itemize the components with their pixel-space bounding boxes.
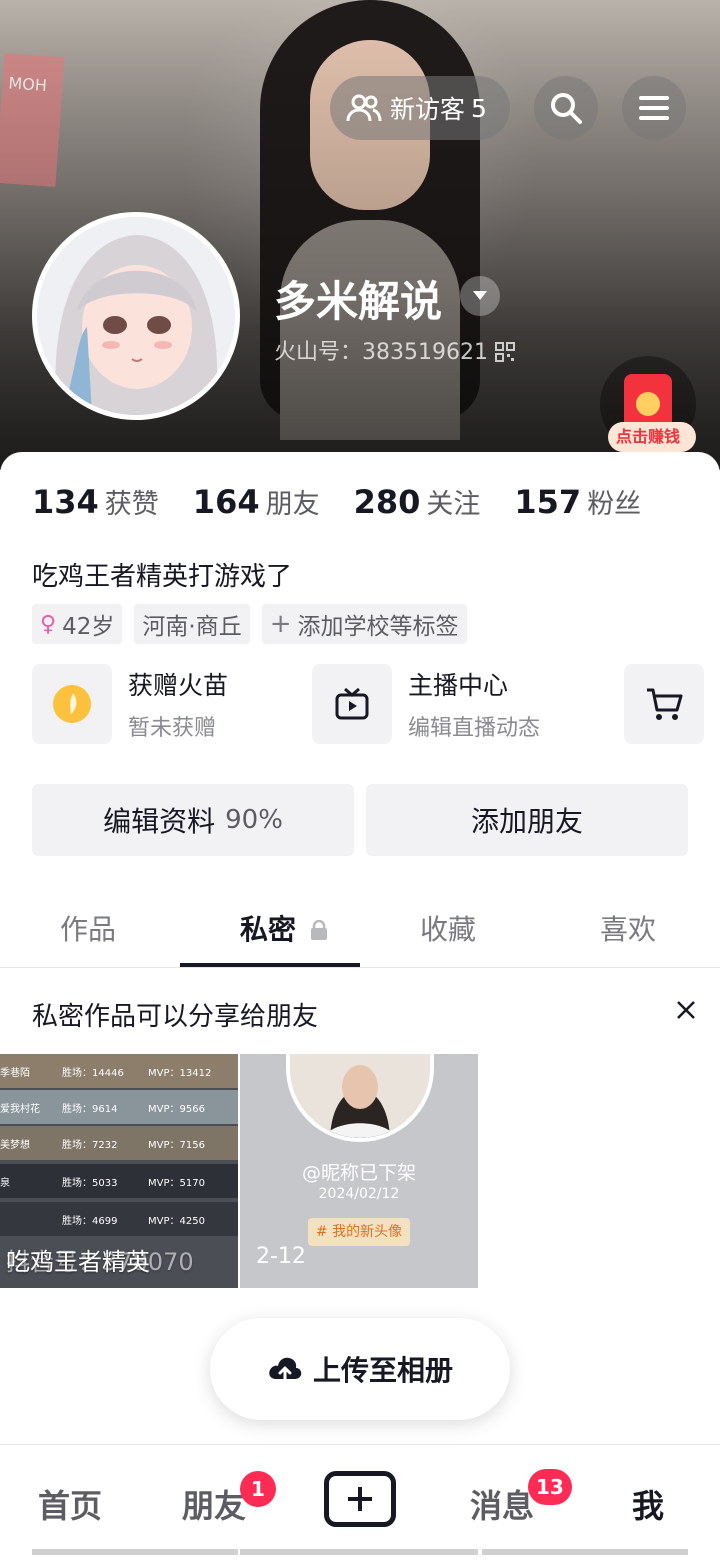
plus-icon: + (269, 609, 292, 639)
caret-down-icon (473, 291, 487, 300)
gifted-flame-sub: 暂未获赠 (128, 716, 217, 741)
profile-page: MOH 新访客 5 多米解说 火山号：383519621 点击赚钱 134 获赞… (0, 0, 720, 1560)
home-indicator (482, 1549, 688, 1555)
redpack-label: 点击赚钱 (608, 422, 696, 452)
profile-name: 多米解说 (274, 277, 443, 326)
streamer-center-title: 主播中心 (408, 671, 509, 700)
gifted-flame-entry[interactable]: 获赠火苗 暂未获赠 (32, 664, 228, 744)
video-thumbnail[interactable]: 季巷陌 胜场：14446 MVP：13412 爱我村花 胜场：9614 MVP：9566… (0, 1054, 238, 1288)
tab-favorites[interactable]: 收藏 (420, 908, 476, 948)
nav-home[interactable]: 首页 (38, 1481, 102, 1527)
profile-card: 134 获赞 164 朋友 280 关注 157 粉丝 吃鸡王者精英打游戏了 ♀ 42岁… (0, 452, 720, 1560)
earn-money-redpack[interactable]: 点击赚钱 (600, 356, 696, 456)
video-thumbnail[interactable]: @昵称已下架 2024/02/12 # 我的新头像 2-12 (240, 1054, 478, 1288)
rank-row: 爱我村花 胜场：9614 MVP：9566 (0, 1090, 238, 1124)
thumbnail-date: 2024/02/12 (318, 1186, 400, 1202)
avatar[interactable] (32, 212, 240, 420)
flame-box (32, 664, 112, 744)
stat-likes[interactable]: 134 获赞 (32, 482, 159, 521)
gifted-flame-title: 获赠火苗 (128, 671, 229, 700)
tab-likes[interactable]: 喜欢 (600, 908, 656, 948)
search-icon (551, 93, 582, 124)
user-id[interactable]: 火山号：383519621 (274, 334, 515, 366)
rank-row: 泉胜场：5033 MVP：5170 (0, 1164, 238, 1198)
tab-works[interactable]: 作品 (60, 908, 116, 948)
private-share-notice: 私密作品可以分享给朋友 (32, 1002, 319, 1032)
bottom-nav: 首页 朋友 1 消息 13 我 (0, 1444, 720, 1560)
bio-text: 吃鸡王者精英打游戏了 (32, 562, 293, 592)
streamer-center-entry[interactable]: 主播中心 编辑直播动态 (312, 664, 540, 744)
thumbnail-caption: 吃鸡王者精英 (6, 1248, 150, 1276)
shopping-cart-icon (647, 688, 683, 720)
nav-friends[interactable]: 朋友 (182, 1481, 246, 1527)
home-indicator (240, 1549, 478, 1555)
female-icon: ♀ (40, 611, 57, 637)
profile-tags: ♀ 42岁 河南·商丘 + 添加学校等标签 (32, 604, 467, 644)
stat-followers[interactable]: 157 粉丝 (514, 482, 641, 521)
wall-sign: MOH (0, 53, 65, 187)
upload-to-album-button[interactable]: 上传至相册 (210, 1318, 510, 1420)
stat-friends[interactable]: 164 朋友 (193, 482, 320, 521)
visitors-label: 新访客 (390, 95, 466, 124)
rank-row: 胜场：4699 MVP：4250 (0, 1202, 238, 1236)
anime-avatar-image (37, 217, 235, 415)
add-tag-button[interactable]: + 添加学校等标签 (261, 604, 467, 644)
visitors-count: 5 (471, 93, 487, 123)
thumbnail-avatar (286, 1054, 434, 1142)
content-tabs: 作品 私密 收藏 喜欢 (0, 888, 720, 968)
home-indicator (32, 1549, 238, 1555)
rank-row: 美梦想 胜场：7232 MVP：7156 (0, 1126, 238, 1160)
messages-badge: 13 (528, 1469, 572, 1505)
tab-private[interactable]: 私密 (240, 908, 328, 948)
nav-messages[interactable]: 消息 (470, 1481, 534, 1527)
tv-icon (335, 687, 369, 720)
user-id-text: 火山号：383519621 (274, 340, 495, 365)
active-tab-indicator (180, 963, 360, 967)
close-icon[interactable] (672, 996, 700, 1024)
create-button[interactable] (324, 1471, 396, 1527)
add-friend-button[interactable]: 添加朋友 (366, 784, 688, 856)
location-tag: 河南·商丘 (134, 604, 250, 644)
shop-entry[interactable] (624, 664, 704, 744)
cart-box (624, 664, 704, 744)
menu-button[interactable] (622, 76, 686, 140)
stats-row: 134 获赞 164 朋友 280 关注 157 粉丝 (32, 482, 675, 521)
account-switch-button[interactable] (460, 276, 500, 316)
nav-me[interactable]: 我 (632, 1481, 664, 1527)
age-tag: ♀ 42岁 (32, 604, 123, 644)
search-button[interactable] (534, 76, 598, 140)
lock-icon (310, 919, 327, 940)
tv-box (312, 664, 392, 744)
qr-code-icon (494, 342, 515, 362)
flame-icon (53, 685, 91, 723)
visitors-icon (346, 94, 382, 122)
stat-following[interactable]: 280 关注 (354, 482, 481, 521)
thumbnail-nickname: @昵称已下架 (301, 1162, 416, 1184)
rank-row: 季巷陌 胜场：14446 MVP：13412 (0, 1054, 238, 1088)
edit-profile-button[interactable]: 编辑资料 90% (32, 784, 354, 856)
thumbnail-date-caption: 2-12 (256, 1244, 306, 1269)
friends-badge: 1 (240, 1471, 276, 1507)
plus-icon (348, 1487, 372, 1511)
streamer-center-sub: 编辑直播动态 (408, 716, 541, 741)
hamburger-menu-icon (639, 96, 669, 120)
cloud-upload-icon (269, 1357, 302, 1385)
new-visitors-button[interactable]: 新访客 5 (330, 76, 510, 140)
new-avatar-badge: # 我的新头像 (308, 1218, 410, 1246)
